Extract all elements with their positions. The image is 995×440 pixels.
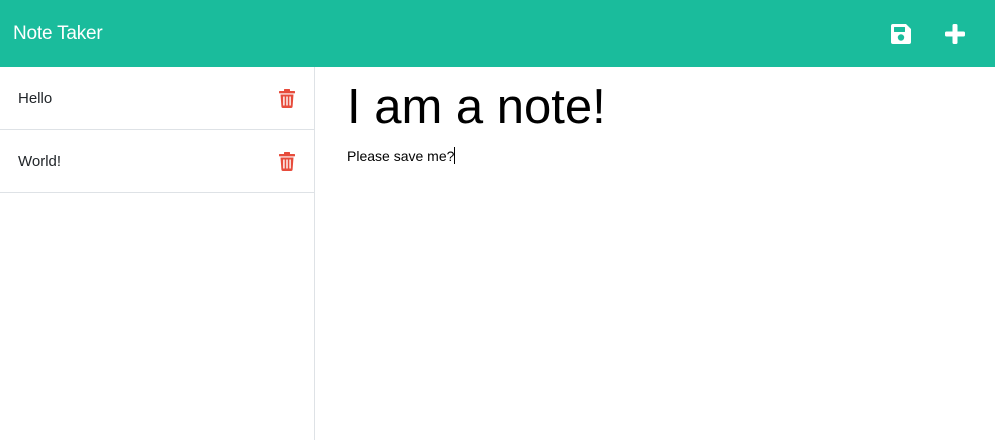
note-title[interactable]: World!	[18, 153, 61, 170]
note-editor: Please save me?	[316, 67, 995, 440]
note-body-field[interactable]: Please save me?	[347, 147, 947, 347]
list-item[interactable]: World!	[0, 130, 314, 193]
notes-sidebar: Hello World!	[0, 67, 315, 440]
navbar-actions	[889, 22, 967, 46]
trash-icon[interactable]	[278, 151, 296, 171]
plus-icon[interactable]	[943, 22, 967, 46]
list-item[interactable]: Hello	[0, 67, 314, 130]
note-body-text: Please save me?	[347, 148, 455, 164]
save-icon[interactable]	[889, 22, 913, 46]
note-list: Hello World!	[0, 67, 314, 193]
app-title[interactable]: Note Taker	[13, 23, 103, 45]
note-title-field[interactable]	[347, 79, 947, 135]
trash-icon[interactable]	[278, 88, 296, 108]
note-title[interactable]: Hello	[18, 90, 52, 107]
navbar: Note Taker	[0, 0, 995, 67]
text-caret	[454, 147, 456, 164]
